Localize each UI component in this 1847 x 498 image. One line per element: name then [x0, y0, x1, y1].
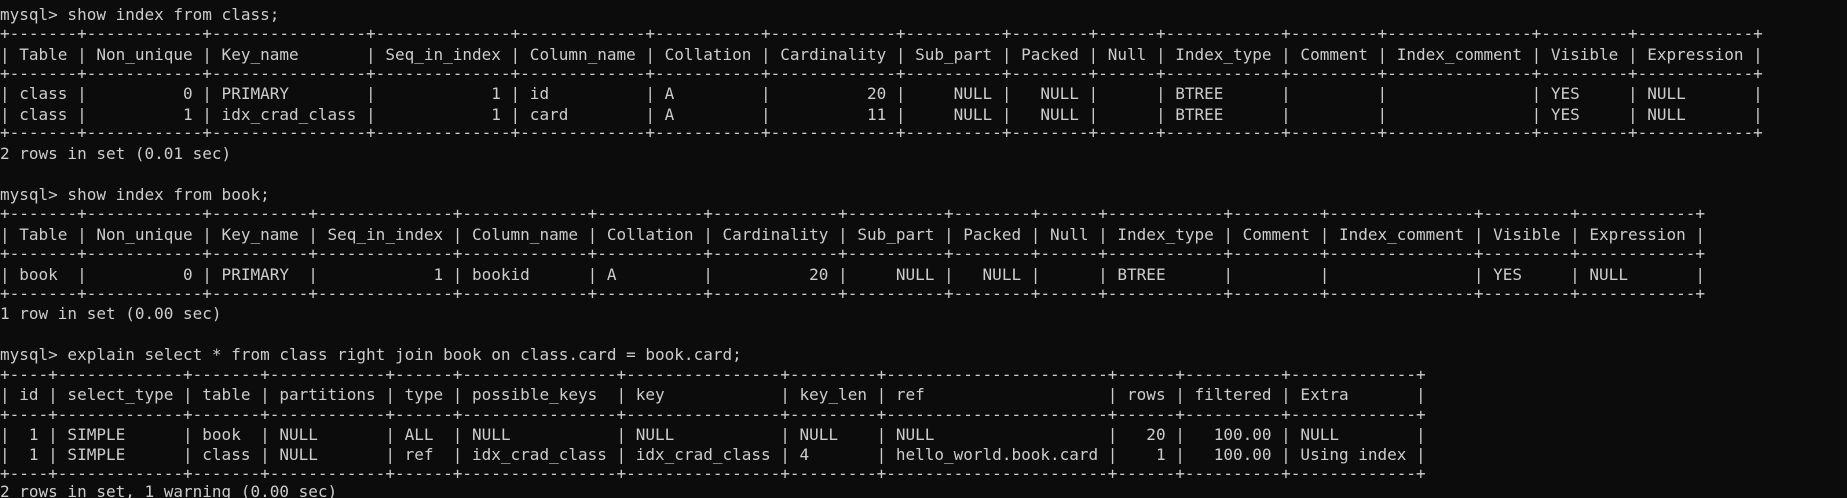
table-border-bottom: +-------+------------+----------+-------… [0, 284, 1706, 303]
table-header-row: | Table | Non_unique | Key_name | Seq_in… [0, 45, 1763, 64]
table-row: | book | 0 | PRIMARY | 1 | bookid | A | … [0, 265, 1706, 284]
table-header-row: | id | select_type | table | partitions … [0, 385, 1426, 404]
table-border-header: +-------+------------+----------+-------… [0, 244, 1706, 263]
table-border-bottom: +----+-------------+-------+------------… [0, 464, 1426, 483]
table-row: | 1 | SIMPLE | class | NULL | ref | idx_… [0, 445, 1426, 464]
table-row: | class | 1 | idx_crad_class | 1 | card … [0, 105, 1763, 124]
result-summary: 2 rows in set, 1 warning (0.00 sec) [0, 482, 338, 498]
terminal-window[interactable]: mysql> show index from class; +-------+-… [0, 0, 1847, 498]
table-border-header: +-------+------------+----------------+-… [0, 64, 1763, 83]
table-border-bottom: +-------+------------+----------------+-… [0, 123, 1763, 142]
table-border-top: +-------+------------+----------------+-… [0, 24, 1763, 43]
table-border-top: +----+-------------+-------+------------… [0, 365, 1426, 384]
command-show-index-class: mysql> show index from class; [0, 5, 280, 24]
result-summary: 1 row in set (0.00 sec) [0, 304, 222, 323]
table-header-row: | Table | Non_unique | Key_name | Seq_in… [0, 225, 1706, 244]
command-show-index-book: mysql> show index from book; [0, 185, 270, 204]
table-row: | class | 0 | PRIMARY | 1 | id | A | 20 … [0, 84, 1763, 103]
table-row: | 1 | SIMPLE | book | NULL | ALL | NULL … [0, 425, 1426, 444]
table-border-header: +----+-------------+-------+------------… [0, 405, 1426, 424]
result-summary: 2 rows in set (0.01 sec) [0, 144, 232, 163]
table-border-top: +-------+------------+----------+-------… [0, 204, 1706, 223]
command-explain-select: mysql> explain select * from class right… [0, 345, 742, 364]
